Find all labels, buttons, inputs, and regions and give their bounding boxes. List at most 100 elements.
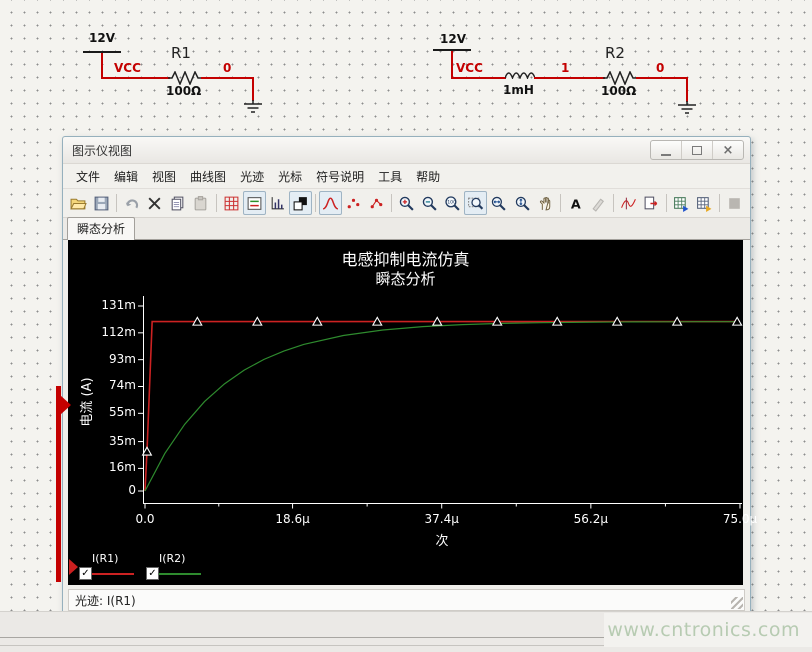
x-tick-label-4: 75.0μ <box>708 512 772 526</box>
trace-I(R1) <box>145 322 740 491</box>
export-excel-grid-icon <box>673 195 690 212</box>
restore-icon <box>692 146 702 155</box>
grapher-window: 图示仪视图 × 文件编辑视图曲线图光迹光标符号说明工具帮助 <box>62 136 751 614</box>
restore-button[interactable] <box>681 141 712 159</box>
toolbar-separator <box>116 194 117 212</box>
copy-button[interactable] <box>166 191 189 215</box>
edit-text-disabled-icon <box>590 195 607 212</box>
zoom-horizontal-icon <box>490 195 507 212</box>
menu-item-5[interactable]: 光标 <box>271 165 309 188</box>
zoom-out-button[interactable] <box>418 191 441 215</box>
menu-item-6[interactable]: 符号说明 <box>309 165 371 188</box>
undo-icon <box>123 195 140 212</box>
left-net-vcc-label: VCC <box>114 61 141 75</box>
trace-indicator-arrow-icon <box>60 395 71 415</box>
gray-square-icon <box>726 195 743 212</box>
export-to-excel-button[interactable] <box>670 191 693 215</box>
window-titlebar[interactable]: 图示仪视图 × <box>63 137 750 164</box>
menu-item-7[interactable]: 工具 <box>371 165 409 188</box>
y-tick-label-5: 93m <box>84 352 136 366</box>
zoom-100-button[interactable]: 100 <box>441 191 464 215</box>
overlay-traces-button[interactable] <box>289 191 312 215</box>
window-controls: × <box>650 140 744 160</box>
zoom-out-icon <box>421 195 438 212</box>
toolbar-separator <box>315 194 316 212</box>
wire <box>101 53 103 79</box>
close-button[interactable]: × <box>712 141 743 159</box>
toolbar-separator <box>666 194 667 212</box>
red-curve-icon <box>322 195 339 212</box>
resistor-r2-symbol[interactable] <box>603 71 638 85</box>
zoom-in-button[interactable] <box>395 191 418 215</box>
tab-row: 瞬态分析 <box>63 218 750 240</box>
zoom-in-icon <box>398 195 415 212</box>
menu-item-2[interactable]: 视图 <box>145 165 183 188</box>
toolbar-separator <box>613 194 614 212</box>
zoom-vertical-button[interactable] <box>511 191 534 215</box>
add-text-button[interactable]: A <box>564 191 587 215</box>
resize-grip[interactable] <box>731 597 743 609</box>
show-cursors-button[interactable] <box>617 191 640 215</box>
delete-button[interactable] <box>143 191 166 215</box>
toolbar-separator <box>391 194 392 212</box>
resistor-r2-ref: R2 <box>605 44 625 62</box>
legend-checkbox-I(R2)[interactable]: ✓ <box>146 567 159 580</box>
status-text: 光迹: I(R1) <box>75 592 136 609</box>
svg-text:100: 100 <box>447 199 456 205</box>
save-button[interactable] <box>90 191 113 215</box>
copy-icon <box>169 195 186 212</box>
export-graph-button[interactable] <box>640 191 663 215</box>
resistor-r2-value: 100Ω <box>601 84 636 98</box>
legend-checkbox-I(R1)[interactable]: ✓ <box>79 567 92 580</box>
pan-button[interactable] <box>534 191 557 215</box>
trace-I(R2) <box>145 322 740 491</box>
wire <box>101 77 170 79</box>
red-dots-line-icon <box>368 195 385 212</box>
menu-item-8[interactable]: 帮助 <box>409 165 447 188</box>
trace-line-style-button[interactable] <box>319 191 342 215</box>
paste-button[interactable] <box>189 191 212 215</box>
inductor-l1-symbol[interactable] <box>505 70 535 79</box>
footer-strip: www.cntronics.com <box>0 611 812 652</box>
hand-icon <box>537 195 554 212</box>
wire <box>686 77 688 102</box>
zoom-horizontal-button[interactable] <box>487 191 510 215</box>
toolbar-separator <box>216 194 217 212</box>
x-tick-label-3: 56.2μ <box>559 512 623 526</box>
legend-color-line <box>92 573 134 575</box>
left-ground-symbol[interactable] <box>242 100 264 115</box>
export-to-report-button[interactable] <box>693 191 716 215</box>
right-ground-symbol[interactable] <box>676 101 698 116</box>
axes-chart-icon <box>269 195 286 212</box>
svg-text:A: A <box>571 197 581 212</box>
resistor-r1-symbol[interactable] <box>168 71 203 85</box>
menu-item-1[interactable]: 编辑 <box>107 165 145 188</box>
right-net-0-label: 0 <box>656 61 664 75</box>
menu-item-4[interactable]: 光迹 <box>233 165 271 188</box>
menu-item-3[interactable]: 曲线图 <box>183 165 233 188</box>
right-supply-label: 12V <box>440 32 466 46</box>
left-net-0-label: 0 <box>223 61 231 75</box>
paste-icon <box>192 195 209 212</box>
status-bar: 光迹: I(R1) <box>68 589 745 611</box>
point-style-button[interactable] <box>342 191 365 215</box>
wire <box>252 77 254 101</box>
zoom-area-button[interactable] <box>464 191 487 215</box>
undo-button[interactable] <box>120 191 143 215</box>
tab-transient-analysis[interactable]: 瞬态分析 <box>67 217 135 240</box>
graph-properties-button[interactable] <box>266 191 289 215</box>
minimize-button[interactable] <box>651 141 681 159</box>
show-legend-button[interactable] <box>243 191 266 215</box>
watermark-text: www.cntronics.com <box>607 619 800 641</box>
overlay-squares-icon <box>292 195 309 212</box>
open-button[interactable] <box>67 191 90 215</box>
legend-icon <box>246 195 263 212</box>
menu-item-0[interactable]: 文件 <box>69 165 107 188</box>
snapshot-button-disabled <box>723 191 746 215</box>
point-line-style-button[interactable] <box>365 191 388 215</box>
edit-text-button[interactable] <box>587 191 610 215</box>
show-grid-button[interactable] <box>219 191 242 215</box>
trace-indicator-bar <box>56 386 61 582</box>
plot-surface[interactable] <box>68 240 743 585</box>
close-icon: × <box>723 144 734 157</box>
